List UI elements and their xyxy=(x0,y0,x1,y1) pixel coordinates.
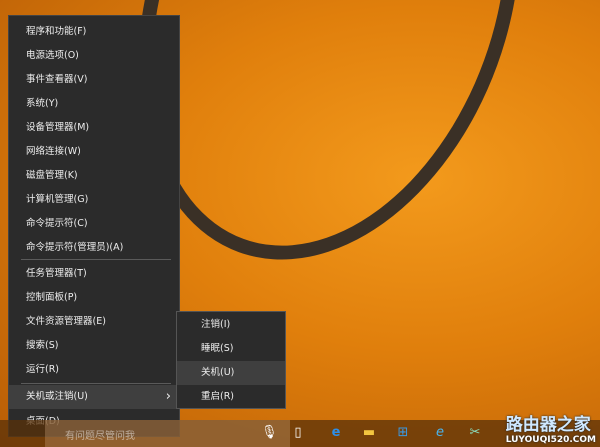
menu-item-event-viewer[interactable]: 事件查看器(V) xyxy=(9,68,179,92)
internet-explorer-icon[interactable]: e xyxy=(432,425,448,441)
menu-divider xyxy=(21,383,171,384)
file-explorer-icon[interactable]: ▬ xyxy=(361,425,377,441)
edge-icon[interactable]: e xyxy=(328,425,344,441)
menu-item-control-panel[interactable]: 控制面板(P) xyxy=(9,286,179,310)
menu-item-network[interactable]: 网络连接(W) xyxy=(9,140,179,164)
submenu-item-restart[interactable]: 重启(R) xyxy=(177,385,285,409)
search-placeholder: 有问题尽管问我 xyxy=(65,431,135,442)
menu-item-device-manager[interactable]: 设备管理器(M) xyxy=(9,116,179,140)
watermark-title: 路由器之家 xyxy=(505,415,591,435)
menu-item-cmd-admin[interactable]: 命令提示符(管理员)(A) xyxy=(9,236,179,260)
menu-item-programs[interactable]: 程序和功能(F) xyxy=(9,20,179,44)
watermark-logo: 路由器之家 LUYOUQI520.COM xyxy=(506,410,596,445)
menu-item-power-options[interactable]: 电源选项(O) xyxy=(9,44,179,68)
submenu-item-sleep[interactable]: 睡眠(S) xyxy=(177,337,285,361)
menu-item-shutdown-signout[interactable]: 关机或注销(U) › xyxy=(9,385,179,409)
microphone-icon[interactable]: 🎙 xyxy=(261,425,278,441)
menu-item-computer-management[interactable]: 计算机管理(G) xyxy=(9,188,179,212)
menu-item-cmd[interactable]: 命令提示符(C) xyxy=(9,212,179,236)
menu-item-task-manager[interactable]: 任务管理器(T) xyxy=(9,262,179,286)
shutdown-submenu: 注销(I) 睡眠(S) 关机(U) 重启(R) xyxy=(176,311,286,409)
menu-item-system[interactable]: 系统(Y) xyxy=(9,92,179,116)
submenu-item-signout[interactable]: 注销(I) xyxy=(177,313,285,337)
submenu-item-shutdown[interactable]: 关机(U) xyxy=(177,361,285,385)
watermark-url: LUYOUQI520.COM xyxy=(505,435,596,445)
menu-divider xyxy=(21,259,171,260)
menu-item-file-explorer[interactable]: 文件资源管理器(E) xyxy=(9,310,179,334)
app-icon[interactable]: ✂ xyxy=(467,425,483,441)
menu-item-run[interactable]: 运行(R) xyxy=(9,358,179,382)
store-icon[interactable]: ⊞ xyxy=(395,425,411,441)
task-view-icon[interactable]: ▯ xyxy=(290,425,306,441)
menu-item-label: 关机或注销(U) xyxy=(26,391,88,402)
menu-item-search[interactable]: 搜索(S) xyxy=(9,334,179,358)
menu-item-disk-management[interactable]: 磁盘管理(K) xyxy=(9,164,179,188)
winx-menu: 程序和功能(F) 电源选项(O) 事件查看器(V) 系统(Y) 设备管理器(M)… xyxy=(8,15,180,437)
chevron-right-icon: › xyxy=(165,389,171,404)
search-box[interactable]: 有问题尽管问我 🎙 xyxy=(45,420,290,447)
